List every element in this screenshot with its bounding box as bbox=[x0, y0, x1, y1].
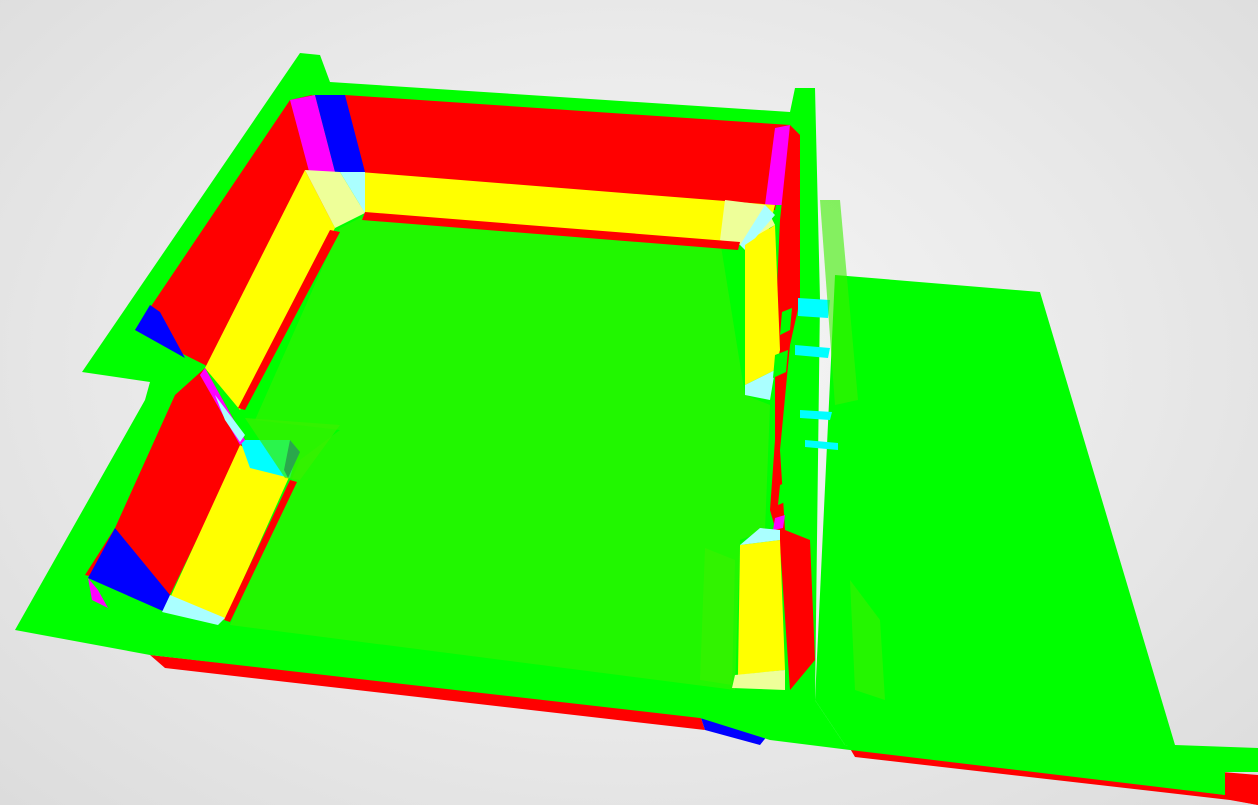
partition-wall-top-lower bbox=[738, 540, 785, 675]
floorplan-render[interactable] bbox=[0, 0, 1258, 805]
partition-window-1 bbox=[798, 298, 830, 318]
right-room-floor bbox=[815, 275, 1258, 795]
lower-partition-shade bbox=[700, 548, 735, 685]
3d-viewport[interactable] bbox=[0, 0, 1258, 805]
